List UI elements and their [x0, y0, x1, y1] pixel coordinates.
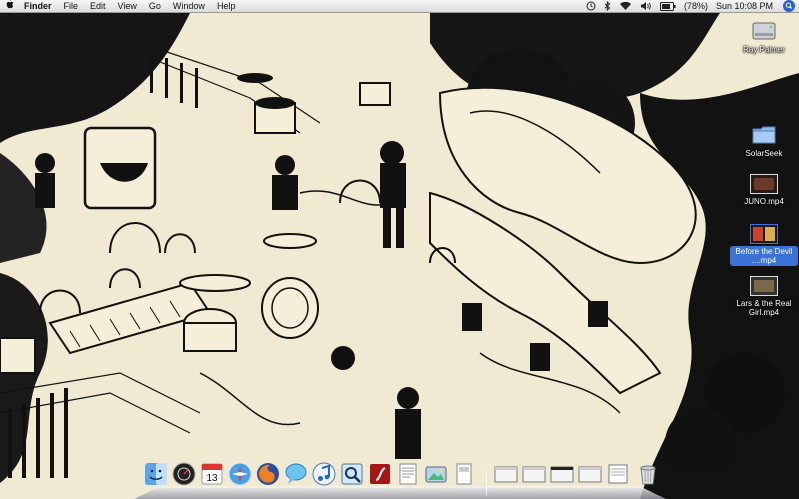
textedit-icon — [399, 463, 417, 485]
desktop-icon-label: JUNO.mp4 — [744, 197, 784, 206]
document-icon — [456, 463, 472, 485]
window-thumbnail-icon — [522, 466, 546, 483]
window-thumbnail-icon — [494, 466, 518, 483]
desktop-icon-movie-before-the-devil[interactable]: Before the Devil ....mp4 — [729, 224, 799, 266]
dock-ical[interactable]: 13 — [200, 462, 224, 490]
dock-textedit[interactable] — [396, 462, 420, 490]
desktop-icon-folder[interactable]: SolarSeek — [729, 124, 799, 159]
apple-menu-icon[interactable] — [0, 0, 18, 13]
firefox-icon — [257, 463, 279, 485]
flash-icon — [370, 464, 390, 484]
menu-view[interactable]: View — [112, 0, 143, 13]
window-thumbnail-icon — [578, 466, 602, 483]
dock-minimized-window-1[interactable] — [494, 462, 518, 490]
volume-icon[interactable] — [636, 1, 656, 11]
safari-icon — [228, 462, 252, 486]
menu-finder[interactable]: Finder — [18, 0, 58, 13]
bluetooth-icon[interactable] — [600, 1, 615, 11]
dashboard-icon — [172, 462, 196, 486]
dock-minimized-window-4[interactable] — [578, 462, 602, 490]
status-menus: (78%) Sun 10:08 PM — [582, 0, 799, 13]
window-thumbnail-icon — [550, 466, 574, 483]
chat-icon — [285, 463, 307, 484]
battery-icon[interactable] — [656, 1, 680, 11]
dock-minimized-window-5[interactable] — [606, 462, 630, 490]
menu-file[interactable]: File — [58, 0, 85, 13]
dock-divider — [486, 468, 487, 496]
calendar-day: 13 — [206, 473, 218, 484]
menu-edit[interactable]: Edit — [84, 0, 112, 13]
dock-finder[interactable] — [144, 462, 168, 490]
preview-icon — [341, 463, 363, 485]
battery-percent[interactable]: (78%) — [680, 0, 712, 13]
time-machine-icon[interactable] — [582, 1, 600, 11]
dock-ichat[interactable] — [284, 462, 308, 490]
dock-dashboard[interactable] — [172, 462, 196, 490]
desktop-icon-label: Ray Palmer — [743, 45, 785, 54]
music-icon — [312, 462, 336, 486]
movie-thumbnail-icon — [750, 224, 778, 244]
spotlight-icon[interactable] — [779, 0, 799, 12]
menu-help[interactable]: Help — [211, 0, 242, 13]
dock: 13 — [134, 458, 666, 499]
dock-itunes[interactable] — [312, 462, 336, 490]
desktop-icon-hard-drive[interactable]: Ray Palmer — [729, 20, 799, 55]
window-thumbnail-icon — [608, 464, 628, 484]
dock-safari[interactable] — [228, 462, 252, 490]
menu-window[interactable]: Window — [167, 0, 211, 13]
desktop-icon-label: Before the Devil ....mp4 — [730, 246, 798, 266]
dock-minimized-window-2[interactable] — [522, 462, 546, 490]
calendar-icon: 13 — [201, 463, 223, 485]
desktop-icon-movie-juno[interactable]: JUNO.mp4 — [729, 174, 799, 207]
desktop-icon-movie-lars[interactable]: Lars & the Real Girl.mp4 — [729, 276, 799, 318]
movie-thumbnail-icon — [750, 276, 778, 296]
photos-icon — [425, 466, 447, 483]
dock-trash[interactable] — [636, 462, 660, 490]
desktop-wallpaper — [0, 13, 799, 499]
movie-thumbnail-icon — [750, 174, 778, 194]
folder-icon — [752, 126, 776, 144]
trash-icon — [640, 465, 656, 485]
dock-minimized-window-3[interactable] — [550, 462, 574, 490]
menu-bar: Finder File Edit View Go Window Help (78… — [0, 0, 799, 13]
hard-drive-icon — [752, 22, 776, 40]
desktop-icon-label: SolarSeek — [745, 149, 783, 158]
desktop-icon-label: Lars & the Real Girl.mp4 — [736, 299, 792, 317]
finder-icon — [145, 463, 167, 485]
dock-firefox[interactable] — [256, 462, 280, 490]
menu-clock[interactable]: Sun 10:08 PM — [712, 0, 779, 13]
dock-iphoto[interactable] — [424, 462, 448, 490]
wifi-icon[interactable] — [615, 1, 636, 11]
dock-preview[interactable] — [340, 462, 364, 490]
menu-go[interactable]: Go — [143, 0, 167, 13]
dock-flash[interactable] — [368, 462, 392, 490]
dock-documents[interactable] — [452, 462, 476, 490]
